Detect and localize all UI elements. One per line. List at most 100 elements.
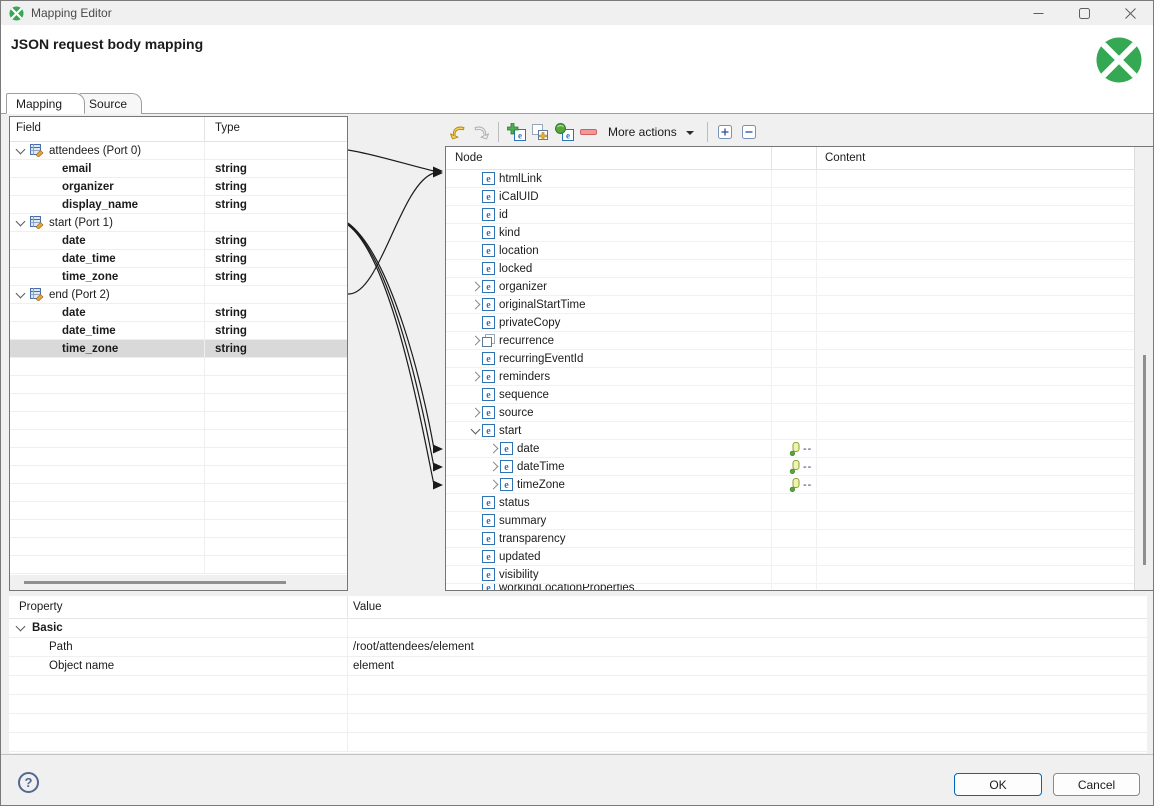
empty-field-row[interactable] [10, 448, 347, 466]
add-element-button[interactable]: e [505, 120, 527, 144]
field-row[interactable]: end (Port 2) [10, 286, 347, 304]
content-cell[interactable] [817, 224, 1136, 241]
property-value[interactable]: element [348, 657, 1147, 675]
empty-field-row[interactable] [10, 376, 347, 394]
column-header-content[interactable]: Content [817, 147, 1136, 169]
tree-node-row[interactable]: eiCalUID [446, 188, 1136, 206]
help-icon[interactable]: ? [18, 772, 39, 793]
chevron-down-icon[interactable] [470, 424, 480, 434]
column-header-field[interactable]: Field [10, 117, 205, 141]
minimize-button[interactable] [1015, 1, 1061, 25]
column-header-property[interactable]: Property [9, 596, 348, 618]
content-cell[interactable] [817, 242, 1136, 259]
tree-node-row[interactable]: elocked [446, 260, 1136, 278]
content-cell[interactable] [817, 530, 1136, 547]
column-header-value[interactable]: Value [348, 596, 1147, 618]
tree-node-row[interactable]: etransparency [446, 530, 1136, 548]
chevron-down-icon[interactable] [16, 622, 26, 632]
field-row[interactable]: date_timestring [10, 250, 347, 268]
content-cell[interactable] [817, 458, 1136, 475]
property-value[interactable]: /root/attendees/element [348, 638, 1147, 656]
empty-property-row[interactable] [9, 733, 1147, 752]
remove-button[interactable] [577, 120, 599, 144]
tree-node-row[interactable]: elocation [446, 242, 1136, 260]
chevron-right-icon[interactable] [488, 480, 498, 490]
content-cell[interactable] [817, 422, 1136, 439]
field-row[interactable]: attendees (Port 0) [10, 142, 347, 160]
field-row[interactable]: time_zonestring [10, 268, 347, 286]
tree-node-row[interactable]: edate-- [446, 440, 1136, 458]
empty-field-row[interactable] [10, 412, 347, 430]
tree-node-row[interactable]: ereminders [446, 368, 1136, 386]
tree-node-row[interactable]: estatus [446, 494, 1136, 512]
fields-horizontal-scrollbar[interactable] [10, 575, 347, 590]
content-cell[interactable] [817, 260, 1136, 277]
content-cell[interactable] [817, 188, 1136, 205]
empty-property-row[interactable] [9, 695, 1147, 714]
expand-all-button[interactable] [714, 120, 736, 144]
column-header-node[interactable]: Node [446, 147, 772, 169]
chevron-right-icon[interactable] [470, 372, 480, 382]
tab-source[interactable]: Source [79, 93, 142, 114]
chevron-right-icon[interactable] [470, 282, 480, 292]
content-cell[interactable] [817, 350, 1136, 367]
field-row[interactable]: datestring [10, 304, 347, 322]
empty-field-row[interactable] [10, 466, 347, 484]
property-row[interactable]: Path/root/attendees/element [9, 638, 1147, 657]
content-cell[interactable] [817, 494, 1136, 511]
field-row[interactable]: datestring [10, 232, 347, 250]
content-cell[interactable] [817, 206, 1136, 223]
tree-node-row[interactable]: ehtmlLink [446, 170, 1136, 188]
tree-node-row[interactable]: eid [446, 206, 1136, 224]
empty-field-row[interactable] [10, 394, 347, 412]
tree-node-row[interactable]: recurrence [446, 332, 1136, 350]
column-header-type[interactable]: Type [205, 117, 347, 141]
empty-property-row[interactable] [9, 714, 1147, 733]
chevron-down-icon[interactable] [16, 216, 26, 226]
content-cell[interactable] [817, 314, 1136, 331]
tree-node-row[interactable]: evisibility [446, 566, 1136, 584]
tree-node-row[interactable]: esource [446, 404, 1136, 422]
maximize-button[interactable] [1061, 1, 1107, 25]
content-cell[interactable] [817, 404, 1136, 421]
close-button[interactable] [1107, 1, 1153, 25]
tree-node-row[interactable]: eorganizer [446, 278, 1136, 296]
property-row[interactable]: Object nameelement [9, 657, 1147, 676]
empty-field-row[interactable] [10, 502, 347, 520]
content-cell[interactable] [817, 296, 1136, 313]
tree-node-row[interactable]: edateTime-- [446, 458, 1136, 476]
empty-field-row[interactable] [10, 430, 347, 448]
vscrollbar-thumb[interactable] [1143, 355, 1146, 565]
content-cell[interactable] [817, 548, 1136, 565]
chevron-down-icon[interactable] [16, 144, 26, 154]
tree-node-row[interactable]: estart [446, 422, 1136, 440]
field-row[interactable]: emailstring [10, 160, 347, 178]
content-cell[interactable] [817, 584, 1136, 591]
empty-field-row[interactable] [10, 484, 347, 502]
tree-node-row[interactable]: eupdated [446, 548, 1136, 566]
empty-field-row[interactable] [10, 520, 347, 538]
tab-mapping[interactable]: Mapping [6, 93, 85, 114]
add-attribute-button[interactable] [529, 120, 551, 144]
collapse-all-button[interactable] [738, 120, 760, 144]
chevron-right-icon[interactable] [470, 336, 480, 346]
content-cell[interactable] [817, 512, 1136, 529]
field-row[interactable]: organizerstring [10, 178, 347, 196]
tree-node-row[interactable]: esequence [446, 386, 1136, 404]
content-cell[interactable] [817, 278, 1136, 295]
tree-node-row[interactable]: esummary [446, 512, 1136, 530]
tree-node-row[interactable]: eoriginalStartTime [446, 296, 1136, 314]
field-row[interactable]: date_timestring [10, 322, 347, 340]
chevron-right-icon[interactable] [470, 300, 480, 310]
add-wildcard-element-button[interactable]: e [553, 120, 575, 144]
tree-node-row[interactable]: eworkingLocationProperties [446, 584, 1136, 591]
property-row[interactable]: Basic [9, 619, 1147, 638]
hscrollbar-thumb[interactable] [24, 581, 286, 584]
content-cell[interactable] [817, 332, 1136, 349]
field-row[interactable]: start (Port 1) [10, 214, 347, 232]
tree-vertical-scrollbar[interactable] [1134, 147, 1153, 590]
undo-button[interactable] [446, 120, 468, 144]
field-row[interactable]: time_zonestring [10, 340, 347, 358]
chevron-right-icon[interactable] [488, 462, 498, 472]
empty-property-row[interactable] [9, 676, 1147, 695]
